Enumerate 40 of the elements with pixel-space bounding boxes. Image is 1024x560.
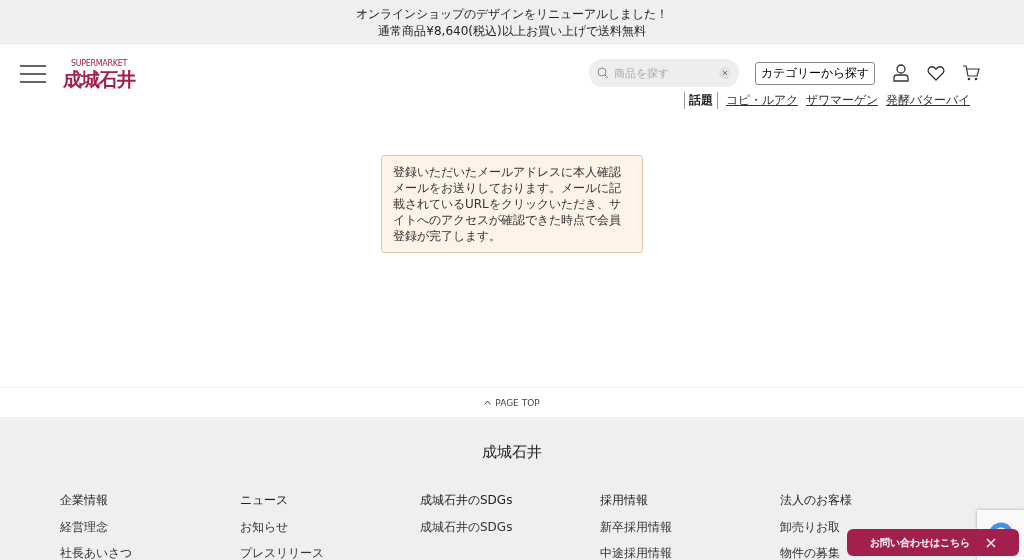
- trending-link[interactable]: 発酵バターバイ: [886, 92, 970, 109]
- user-icon: [892, 64, 910, 82]
- close-icon: [722, 70, 728, 76]
- category-button[interactable]: カテゴリーから探す: [755, 61, 875, 85]
- menu-button[interactable]: [20, 65, 46, 83]
- footer-link[interactable]: プレスリリース: [240, 545, 324, 560]
- search-input[interactable]: 商品を探す: [612, 66, 716, 80]
- menu-icon: [20, 65, 46, 83]
- search-icon: [597, 67, 609, 79]
- contact-button[interactable]: お問い合わせはこちら: [847, 529, 1019, 556]
- footer-link[interactable]: 新卒採用情報: [600, 519, 672, 536]
- cart-icon: [962, 64, 980, 82]
- footer-link[interactable]: 卸売りお取: [780, 519, 840, 536]
- footer-title: 成城石井: [481, 443, 543, 462]
- trending-label: 話題: [684, 92, 718, 109]
- store-logo[interactable]: SUPERMARKET 成城石井: [63, 59, 135, 90]
- footer-link[interactable]: 物件の募集: [780, 545, 840, 560]
- trending-link[interactable]: コピ・ルアク: [726, 92, 798, 109]
- favorites-button[interactable]: [927, 64, 945, 82]
- footer-link[interactable]: 成城石井のSDGs: [420, 519, 513, 536]
- search-field[interactable]: 商品を探す: [589, 59, 739, 87]
- cart-button[interactable]: [962, 64, 980, 82]
- footer-link[interactable]: 社長あいさつ: [60, 545, 132, 560]
- trending-link[interactable]: ザワマーゲン: [806, 92, 878, 109]
- clear-button[interactable]: [719, 67, 731, 79]
- footer-heading: 成城石井のSDGs: [420, 492, 513, 509]
- footer-link[interactable]: お知らせ: [240, 519, 288, 536]
- announcement-text: オンラインショップのデザインをリニューアルしました！: [356, 7, 668, 21]
- heart-icon: [927, 64, 945, 82]
- chevron-up-icon: [484, 400, 492, 405]
- footer-heading: ニュース: [240, 492, 288, 509]
- announcement-text: 通常商品¥8,640(税込)以上お買い上げで送料無料: [378, 24, 646, 38]
- account-button[interactable]: [892, 64, 910, 82]
- close-icon: [986, 537, 996, 548]
- footer-heading: 企業情報: [60, 492, 108, 509]
- footer-heading: 法人のお客様: [780, 492, 852, 509]
- footer-link[interactable]: 中途採用情報: [600, 545, 672, 560]
- footer-link[interactable]: 経営理念: [60, 519, 108, 536]
- confirmation-message: 登録いただいたメールアドレスに本人確認メールをお送りしております。メールに記載されているURLをクリックいただき、サイトへのアクセスが確認できた時点で会員登録が完了します。: [381, 155, 643, 253]
- footer-heading: 採用情報: [600, 492, 648, 509]
